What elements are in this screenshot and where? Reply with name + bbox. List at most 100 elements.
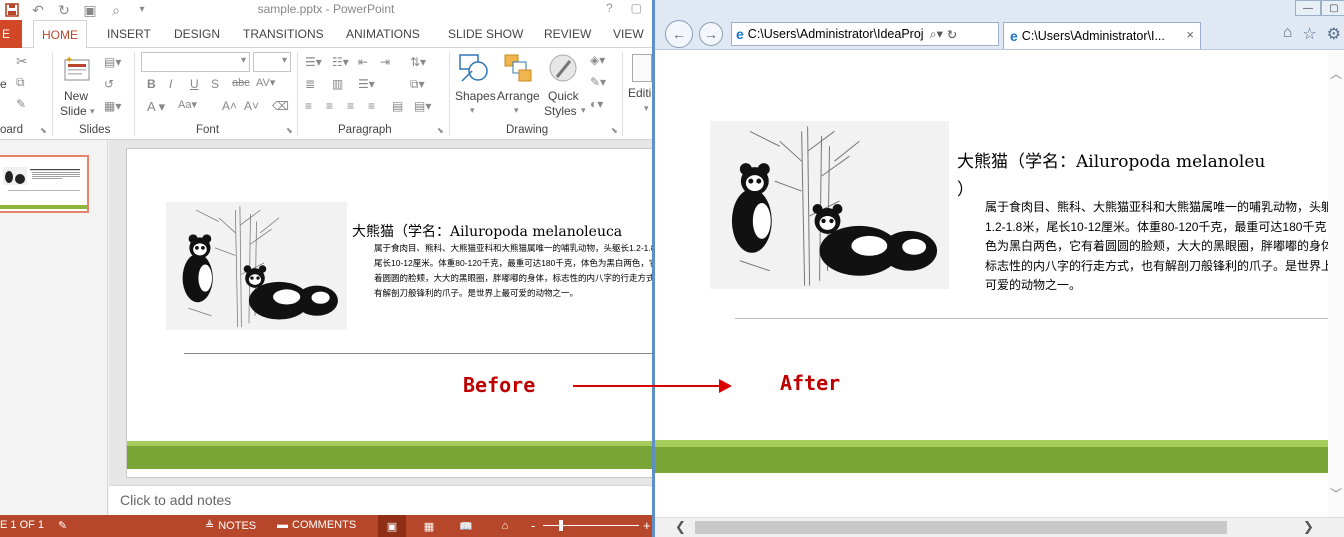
drawing-launcher-icon[interactable]: ⬊ [611,127,618,135]
numbering-icon[interactable]: ☷▾ [332,56,349,68]
notes-placeholder[interactable]: Click to add notes [120,492,231,508]
browser-tab[interactable]: e C:\Users\Administrator\I... × [1003,22,1201,49]
minimize-button[interactable]: — [1295,0,1321,16]
decrease-indent-icon[interactable]: ⇤ [358,56,368,68]
shadow-icon[interactable]: S [211,78,219,90]
zoom-out-button[interactable]: - [531,518,535,533]
slideshow-button[interactable]: ⌂ [491,515,519,537]
arrange-icon[interactable] [503,53,533,85]
comments-toggle[interactable]: ▬ COMMENTS [277,519,356,531]
tab-home[interactable]: HOME [33,20,87,49]
reset-icon[interactable]: ↺ [104,78,114,90]
scroll-down-icon[interactable]: ﹀ [1330,485,1342,502]
back-button[interactable]: ← [665,20,693,48]
slide-canvas[interactable]: 大熊猫（学名：Ailuropoda melanoleuca 属于食肉目、熊科、大… [126,148,652,478]
paste-label[interactable]: e [0,78,7,90]
font-launcher-icon[interactable]: ⬊ [286,127,293,135]
notes-toggle[interactable]: ≜ NOTES [205,519,256,533]
copy-icon[interactable]: ⧉ [16,76,25,88]
cut-icon[interactable]: ✂ [16,54,28,68]
home-icon[interactable]: ⌂ [1283,24,1293,44]
format-painter-icon[interactable]: ✎ [16,98,26,110]
character-spacing-icon[interactable]: AV▾ [256,78,275,89]
clipboard-launcher-icon[interactable]: ⬊ [40,127,47,135]
address-text[interactable]: C:\Users\Administrator\IdeaProj [748,27,924,41]
decrease-font-icon[interactable]: A˅ [244,100,259,112]
new-slide-icon[interactable]: ✦ [62,54,92,84]
tab-design[interactable]: DESIGN [174,20,220,48]
text-direction-icon[interactable]: ⇅▾ [410,56,426,68]
vertical-scrollbar[interactable]: ︿ ﹀ [1328,51,1344,517]
font-family-combo[interactable] [141,52,250,72]
quick-styles-label-2[interactable]: Styles [544,104,577,118]
forward-button[interactable]: → [699,22,723,46]
spell-check-icon[interactable]: ✎ [58,519,67,532]
tab-transitions[interactable]: TRANSITIONS [243,20,324,48]
smartart-icon[interactable]: ⧉▾ [410,78,425,90]
shapes-dropdown-icon[interactable]: ▾ [470,106,475,115]
increase-font-icon[interactable]: A˄ [222,100,237,112]
align-text-icon[interactable]: ☰▾ [358,78,375,90]
paragraph-options-icon[interactable]: ▤▾ [414,100,431,112]
strikethrough-icon[interactable]: abc [232,78,250,89]
normal-view-button[interactable]: ▣ [378,515,406,537]
increase-indent-icon[interactable]: ⇥ [380,56,390,68]
tab-slide-show[interactable]: SLIDE SHOW [448,20,523,48]
change-case-icon[interactable]: Aa▾ [178,100,197,111]
tab-animations[interactable]: ANIMATIONS [346,20,420,48]
columns-icon[interactable]: ▥ [332,78,343,90]
scroll-up-icon[interactable]: ︿ [1330,65,1342,82]
notes-pane[interactable]: Click to add notes [109,485,652,515]
quick-styles-label[interactable]: Quick [548,89,579,103]
section-icon[interactable]: ▦▾ [104,100,121,112]
center-icon[interactable]: ≡ [326,100,333,112]
ribbon-display-options-button[interactable]: ▢ [631,1,642,15]
horizontal-scroll-thumb[interactable] [695,521,1227,534]
refresh-icon[interactable]: ↻ [947,27,957,42]
tab-review[interactable]: REVIEW [544,20,591,48]
zoom-slider[interactable] [543,525,639,526]
shape-outline-icon[interactable]: ✎▾ [590,76,606,88]
slide-body-text[interactable]: 属于食肉目、熊科、大熊猫亚科和大熊猫属唯一的哺乳动物，头躯长1.2-1.8米，尾… [374,241,652,301]
justify-icon[interactable]: ≡ [368,100,375,112]
line-spacing-icon[interactable]: ≣ [305,78,315,90]
new-slide-label-2[interactable]: Slide [60,104,87,118]
tab-view[interactable]: VIEW [613,20,644,48]
shape-effects-icon[interactable]: ◐▾ [590,98,603,110]
quick-styles-icon[interactable] [548,53,580,85]
address-bar[interactable]: e C:\Users\Administrator\IdeaProj ⌕▾ ↻ [731,22,999,46]
layout-icon[interactable]: ▤▾ [104,56,121,68]
tab-file[interactable]: E [0,20,22,48]
arrange-label[interactable]: Arrange [497,89,540,103]
tools-gear-icon[interactable]: ⚙ [1327,24,1341,44]
maximize-button[interactable]: ▢ [1321,0,1344,16]
editing-dropdown-icon[interactable]: ▾ [644,104,649,113]
scroll-left-icon[interactable]: ❮ [675,519,686,535]
distributed-icon[interactable]: ▤ [392,100,403,112]
zoom-slider-thumb[interactable] [559,520,563,531]
align-left-icon[interactable]: ≡ [305,100,312,112]
font-size-combo[interactable] [253,52,291,72]
new-slide-dropdown-icon[interactable]: ▾ [90,107,95,116]
shape-fill-icon[interactable]: ◈▾ [590,54,605,66]
shapes-icon[interactable] [458,53,490,85]
find-icon[interactable] [632,54,652,82]
favorites-star-icon[interactable]: ☆ [1302,24,1316,44]
search-icon[interactable]: ⌕▾ [930,26,943,42]
editing-label[interactable]: Editi [628,86,651,100]
slide-title[interactable]: 大熊猫（学名：Ailuropoda melanoleuca [352,221,622,241]
font-color-icon[interactable]: A ▾ [147,100,165,113]
arrange-dropdown-icon[interactable]: ▾ [514,106,519,115]
paragraph-launcher-icon[interactable]: ⬊ [437,127,444,135]
bold-icon[interactable]: B [147,78,156,90]
tab-insert[interactable]: INSERT [107,20,151,48]
italic-icon[interactable]: I [169,78,172,90]
shapes-label[interactable]: Shapes [455,89,496,103]
reading-view-button[interactable]: 📖 [452,515,480,537]
slide-thumbnail[interactable] [0,155,89,213]
new-slide-label[interactable]: New [64,89,88,103]
horizontal-scrollbar[interactable]: ❮ ❯ [655,517,1344,537]
underline-icon[interactable]: U [190,78,199,90]
tab-close-icon[interactable]: × [1186,27,1194,42]
scroll-right-icon[interactable]: ❯ [1303,519,1314,535]
